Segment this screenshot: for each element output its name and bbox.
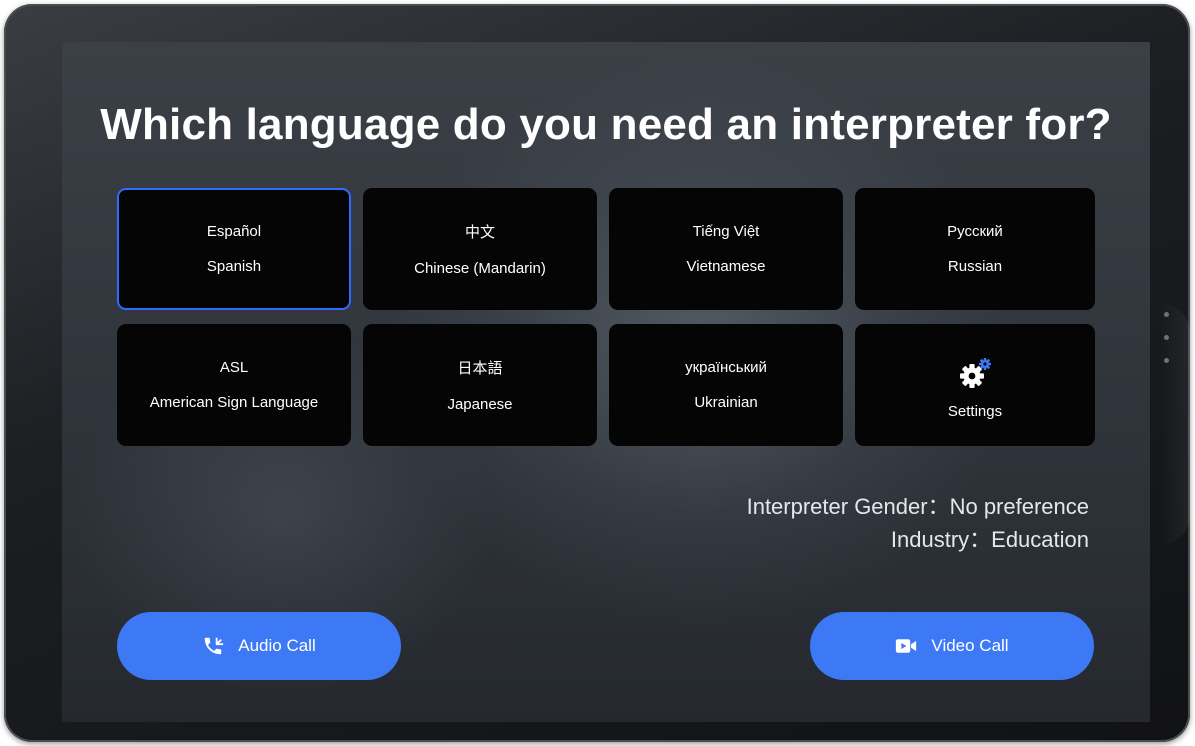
video-call-button[interactable]: Video Call [810, 612, 1094, 680]
language-native-name: Español [206, 223, 262, 240]
video-camera-icon [895, 635, 917, 657]
audio-call-label: Audio Call [238, 636, 316, 655]
language-english-name: Russian [947, 258, 1003, 275]
language-native-name: український [685, 359, 767, 376]
industry-line: Industry：Education [890, 527, 1089, 552]
language-native-name: Tiếng Việt [692, 223, 760, 240]
language-english-name: Japanese [447, 396, 513, 413]
language-native-name: Русский [947, 223, 1003, 240]
interpreter-gender-line: Interpreter Gender：No preference [746, 494, 1089, 519]
language-english-name: Vietnamese [686, 258, 766, 275]
language-tile-russian[interactable]: Русский Russian [855, 188, 1095, 310]
settings-label: Settings [947, 402, 1003, 420]
language-english-name: Chinese (Mandarin) [414, 260, 546, 277]
language-tile-japanese[interactable]: 日本語 Japanese [363, 324, 597, 446]
kiosk-screen: Which language do you need an interprete… [62, 42, 1150, 722]
preferences-summary: Interpreter Gender：No preference Industr… [747, 490, 1089, 556]
language-grid: Español Spanish 中文 Chinese (Mandarin) Ti… [117, 188, 1097, 446]
language-native-name: 日本語 [457, 360, 503, 377]
language-tile-chinese[interactable]: 中文 Chinese (Mandarin) [363, 188, 597, 310]
audio-call-button[interactable]: Audio Call [117, 612, 401, 680]
gear-icon [958, 357, 992, 391]
language-native-name: 中文 [464, 224, 495, 241]
language-english-name: American Sign Language [149, 394, 319, 411]
language-tile-asl[interactable]: ASL American Sign Language [117, 324, 351, 446]
language-tile-spanish[interactable]: Español Spanish [117, 188, 351, 310]
tablet-frame: Which language do you need an interprete… [4, 4, 1190, 742]
language-english-name: Spanish [206, 258, 262, 275]
phone-icon [202, 635, 224, 657]
language-tile-ukrainian[interactable]: український Ukrainian [609, 324, 843, 446]
tablet-side-dots [1164, 312, 1170, 381]
language-tile-vietnamese[interactable]: Tiếng Việt Vietnamese [609, 188, 843, 310]
video-call-label: Video Call [931, 636, 1009, 655]
page-title: Which language do you need an interprete… [100, 100, 1112, 149]
settings-tile[interactable]: Settings [855, 324, 1095, 446]
language-native-name: ASL [219, 359, 249, 376]
language-english-name: Ukrainian [694, 394, 758, 411]
